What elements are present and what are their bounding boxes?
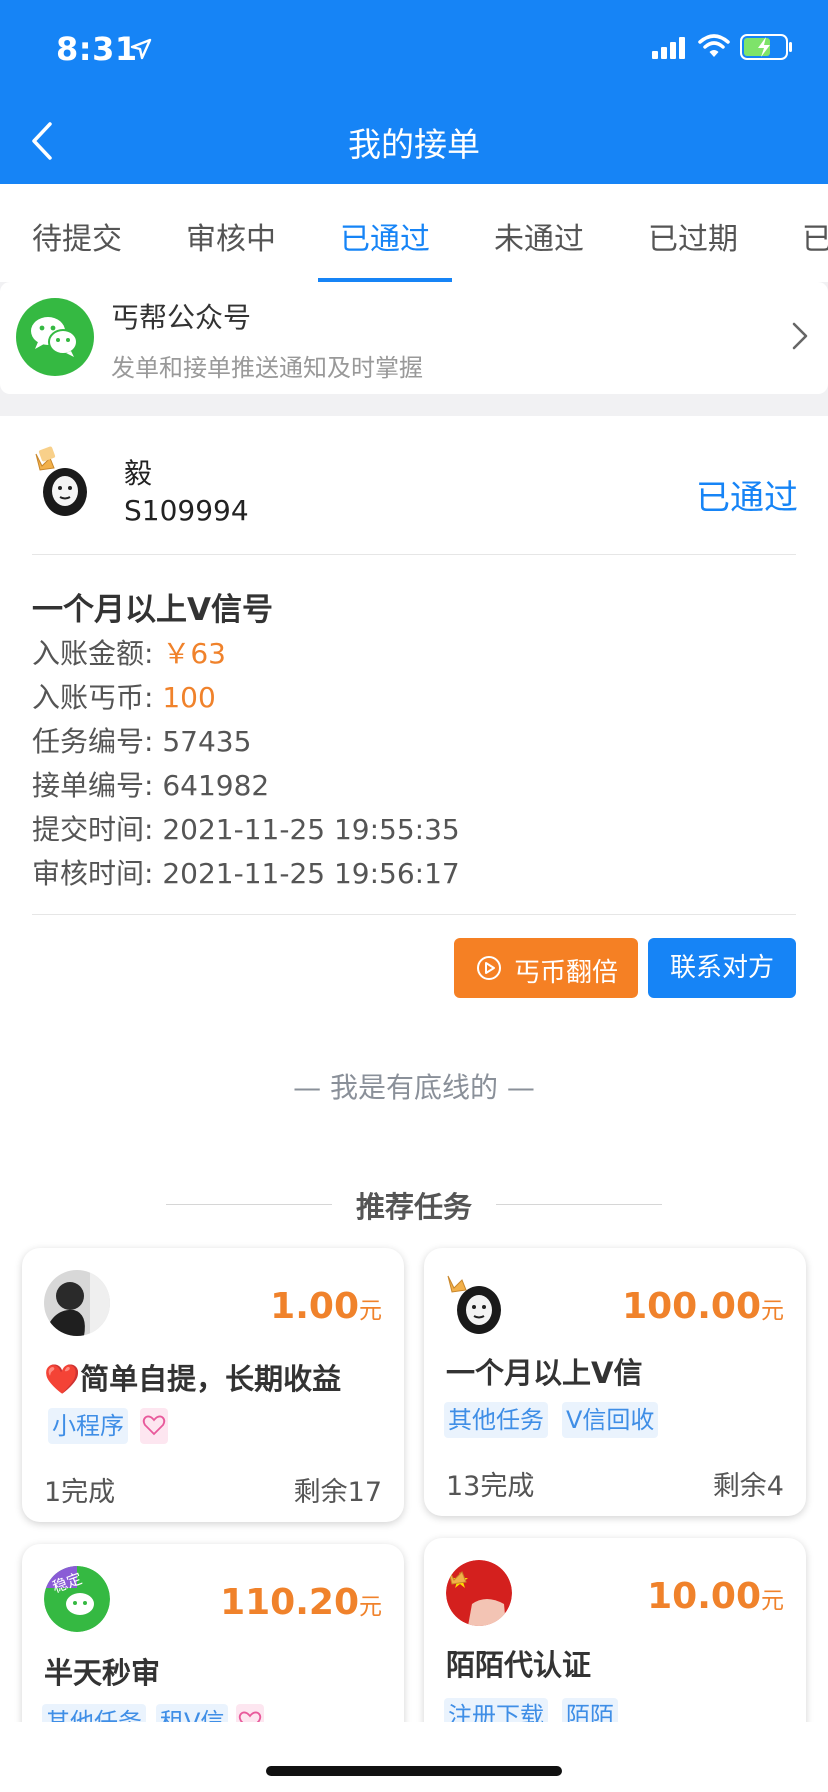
tab-approved[interactable]: 已通过 [340, 214, 430, 258]
order-title: 一个月以上V信号 [32, 592, 273, 628]
recommend-header: 推荐任务 [0, 1184, 828, 1224]
user-name: 毅 [124, 457, 153, 490]
wechat-banner-subtitle: 发单和接单推送通知及时掌握 [111, 354, 423, 382]
chevron-right-icon [792, 322, 808, 350]
task-avatar: 稳定 [44, 1566, 110, 1632]
task-tag: V信回收 [562, 1402, 659, 1438]
status-bar: 8:31 [0, 0, 828, 98]
app-header: 8:31 我的接单 [0, 0, 828, 184]
user-id: S109994 [124, 494, 249, 527]
heart-icon [140, 1408, 168, 1444]
task-avatar [446, 1270, 512, 1336]
cellular-signal-icon [652, 37, 685, 59]
recommend-title: 推荐任务 [355, 1190, 472, 1224]
task-done-count: 1完成 [44, 1477, 116, 1508]
contact-button[interactable]: 联系对方 [648, 938, 796, 998]
bottom-safe-area [0, 1722, 828, 1792]
user-avatar [35, 446, 95, 518]
play-circle-icon [477, 956, 501, 980]
task-price: 1.00元 [270, 1286, 382, 1327]
income-coins: 入账丐币: 100 [32, 681, 216, 714]
task-price: 100.00元 [622, 1286, 784, 1327]
task-name: 一个月以上V信 [446, 1356, 643, 1390]
review-time: 审核时间: 2021-11-25 19:56:17 [32, 857, 460, 890]
task-avatar [44, 1270, 110, 1336]
task-number: 任务编号: 57435 [32, 725, 252, 758]
end-of-list-text: — 我是有底线的 — [293, 1071, 535, 1104]
divider [32, 554, 796, 555]
task-tag: 小程序 [48, 1408, 128, 1444]
task-remaining: 剩余4 [712, 1471, 784, 1502]
order-number: 接单编号: 641982 [32, 769, 270, 802]
double-coins-button[interactable]: 丐币翻倍 [454, 938, 638, 998]
task-avatar [446, 1560, 512, 1626]
tab-under-review[interactable]: 审核中 [186, 214, 276, 258]
divider [32, 914, 796, 915]
wechat-icon [16, 298, 94, 376]
task-tag: 其他任务 [444, 1402, 548, 1438]
task-name: 半天秒审 [44, 1656, 161, 1690]
home-indicator[interactable] [266, 1766, 562, 1776]
tab-pending-submit[interactable]: 待提交 [32, 214, 122, 258]
wifi-icon [698, 34, 730, 57]
wechat-account-banner[interactable]: 丐帮公众号 发单和接单推送通知及时掌握 [0, 282, 828, 394]
task-price: 10.00元 [647, 1576, 784, 1617]
income-amount: 入账金额: ￥63 [32, 637, 226, 670]
page-title: 我的接单 [348, 125, 480, 164]
battery-icon [740, 34, 792, 60]
task-card[interactable]: 1.00元 ❤️简单自提，长期收益 小程序 1完成 剩余17 [22, 1248, 404, 1522]
tab-more[interactable]: 已 [802, 214, 828, 258]
wechat-banner-title: 丐帮公众号 [111, 301, 252, 334]
task-card[interactable]: 100.00元 一个月以上V信 其他任务 V信回收 13完成 剩余4 [424, 1248, 806, 1516]
task-name: 陌陌代认证 [446, 1648, 592, 1682]
task-name: ❤️简单自提，长期收益 [44, 1362, 342, 1396]
task-remaining: 剩余17 [293, 1477, 382, 1508]
status-tabs: 待提交 审核中 已通过 未通过 已过期 已 [0, 184, 828, 282]
task-price: 110.20元 [220, 1582, 382, 1623]
tab-expired[interactable]: 已过期 [648, 214, 738, 258]
submit-time: 提交时间: 2021-11-25 19:55:35 [32, 813, 460, 846]
task-done-count: 13完成 [446, 1471, 535, 1502]
tab-rejected[interactable]: 未通过 [494, 214, 584, 258]
order-status-badge: 已通过 [696, 478, 798, 518]
location-arrow-icon [130, 38, 152, 60]
double-coins-label: 丐币翻倍 [514, 958, 619, 988]
status-time: 8:31 [56, 30, 138, 68]
